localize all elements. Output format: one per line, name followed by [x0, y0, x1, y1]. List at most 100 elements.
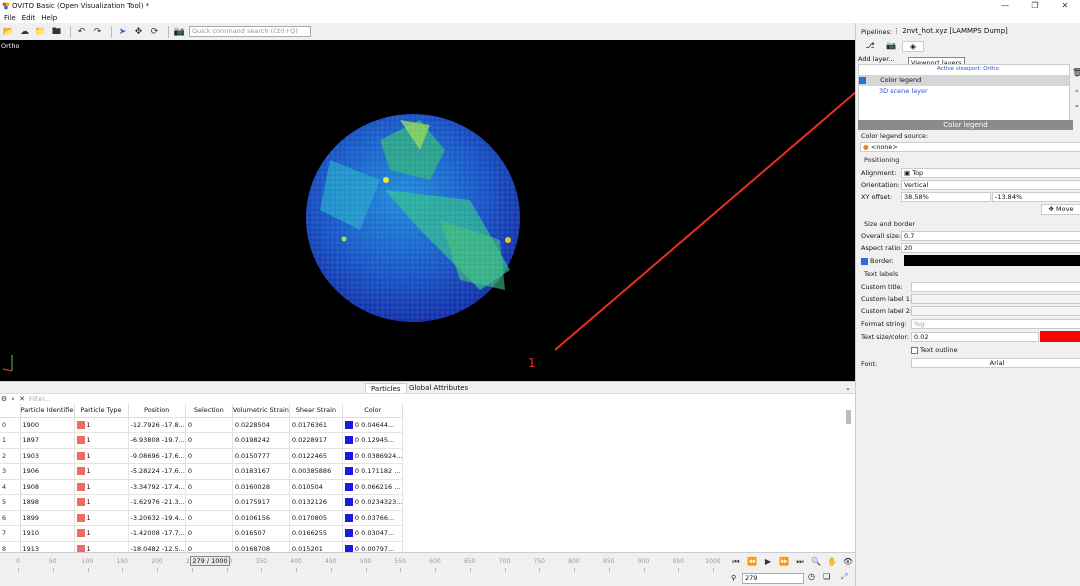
- border-toggle[interactable]: Border:: [861, 257, 894, 265]
- layers-icon[interactable]: ◈: [902, 41, 924, 52]
- menu-help[interactable]: Help: [41, 14, 57, 22]
- column-header[interactable]: Shear Strain: [289, 404, 343, 418]
- table-row[interactable]: 1 1897 1 -6.93808 -19.7... 0 0.0198242 0.02289…: [0, 432, 404, 449]
- minimize-icon[interactable]: —: [990, 0, 1020, 12]
- chevron-down-icon[interactable]: ⌄: [845, 384, 851, 392]
- redo-icon[interactable]: ↷: [91, 25, 104, 38]
- table-cell-vol[interactable]: 0.0150777: [232, 448, 290, 464]
- table-cell-shear[interactable]: 0.0176361: [289, 417, 343, 433]
- x-offset-input[interactable]: 38.58%: [901, 192, 991, 202]
- viewport-ortho[interactable]: [0, 40, 855, 381]
- table-cell-shear[interactable]: 0.010504: [289, 479, 343, 495]
- move-down-icon[interactable]: ⌄: [1074, 101, 1080, 109]
- table-cell-type[interactable]: 1: [74, 432, 129, 449]
- table-cell-type[interactable]: 1: [74, 541, 129, 552]
- table-cell-sel[interactable]: 0: [185, 417, 233, 433]
- table-cell-id[interactable]: 1910: [20, 525, 75, 542]
- format-string-input[interactable]: %g: [911, 319, 1080, 329]
- table-cell-color[interactable]: 0 0.171182 ...: [342, 463, 404, 480]
- table-cell-pos[interactable]: -9.08696 -17.6...: [128, 448, 186, 464]
- tab-global-attributes[interactable]: Global Attributes: [404, 383, 473, 393]
- cloud-icon[interactable]: ☁: [18, 25, 31, 38]
- table-row[interactable]: 8 1913 1 -18.0482 -12.5... 0 0.0168708 0.01520…: [0, 541, 404, 552]
- column-header[interactable]: Position: [128, 404, 186, 418]
- orientation-select[interactable]: Vertical: [901, 180, 1080, 190]
- time-slider[interactable]: 0501001502002503003504004505005506006507…: [10, 558, 721, 572]
- render-icon[interactable]: 📷: [880, 41, 902, 50]
- table-cell-shear[interactable]: 0.0166255: [289, 525, 343, 542]
- filter-input[interactable]: Filter...: [29, 395, 51, 403]
- table-cell-type[interactable]: 1: [74, 525, 129, 542]
- add-layer-dropdown[interactable]: Add layer...: [858, 55, 895, 63]
- table-cell-type[interactable]: 1: [74, 494, 129, 511]
- table-cell-color[interactable]: 0 0.0386924...: [342, 448, 404, 464]
- folder-icon[interactable]: 📁: [34, 25, 47, 38]
- filter-select-icon[interactable]: ∘: [9, 395, 17, 403]
- table-cell-pos[interactable]: -18.0482 -12.5...: [128, 541, 186, 552]
- table-row[interactable]: 7 1910 1 -1.42008 -17.7... 0 0.016507 0.016625…: [0, 525, 404, 542]
- table-row[interactable]: 0 1900 1 -12.7926 -17.8... 0 0.0228504 0.01763…: [0, 417, 404, 433]
- table-cell-id[interactable]: 1898: [20, 494, 75, 511]
- table-cell-color[interactable]: 0 0.03047...: [342, 525, 404, 542]
- table-scrollbar[interactable]: [846, 410, 851, 424]
- table-cell-type[interactable]: 1: [74, 510, 129, 526]
- table-cell-shear[interactable]: 0.0228917: [289, 432, 343, 449]
- pointer-icon[interactable]: ➤: [116, 25, 129, 38]
- table-cell-shear[interactable]: 0.015201: [289, 541, 343, 552]
- table-cell-id[interactable]: 1908: [20, 479, 75, 495]
- overall-size-input[interactable]: 0.7: [901, 231, 1080, 241]
- play-icon[interactable]: ▶: [760, 557, 776, 567]
- maximize-viewport-icon[interactable]: ⤢: [841, 572, 847, 582]
- custom-title-input[interactable]: [911, 282, 1080, 292]
- clear-filter-icon[interactable]: ✕: [18, 395, 26, 403]
- move-button[interactable]: ✥ Move: [1041, 204, 1080, 215]
- delete-layer-icon[interactable]: 🗑: [1072, 68, 1080, 77]
- text-outline-checkbox[interactable]: [911, 346, 918, 354]
- table-cell-pos[interactable]: -3.34792 -17.4...: [128, 479, 186, 495]
- table-cell-shear[interactable]: 0.0132126: [289, 494, 343, 511]
- table-cell-color[interactable]: 0 0.03766...: [342, 510, 404, 526]
- table-cell-vol[interactable]: 0.0183167: [232, 463, 290, 480]
- table-cell-pos[interactable]: -6.93808 -19.7...: [128, 432, 186, 449]
- move-up-icon[interactable]: ⌃: [1074, 89, 1080, 97]
- table-cell-shear[interactable]: 0.0122465: [289, 448, 343, 464]
- menu-file[interactable]: File: [4, 14, 16, 22]
- table-cell-vol[interactable]: 0.0198242: [232, 432, 290, 449]
- table-cell-pos[interactable]: -3.20632 -19.4...: [128, 510, 186, 526]
- table-cell-sel[interactable]: 0: [185, 448, 233, 464]
- table-cell-sel[interactable]: 0: [185, 541, 233, 552]
- gear-icon[interactable]: ⚙: [0, 395, 8, 403]
- orbit-icon[interactable]: 👁: [840, 557, 856, 567]
- table-cell-vol[interactable]: 0.016507: [232, 525, 290, 542]
- layer-3d-scene[interactable]: 3D scene layer: [859, 86, 1069, 97]
- table-row[interactable]: 3 1906 1 -5.28224 -17.6... 0 0.0183167 0.00385…: [0, 463, 404, 480]
- table-cell-sel[interactable]: 0: [185, 479, 233, 495]
- table-cell-vol[interactable]: 0.0160028: [232, 479, 290, 495]
- table-cell-pos[interactable]: -1.42008 -17.7...: [128, 525, 186, 542]
- maximize-icon[interactable]: ❐: [1020, 0, 1050, 12]
- table-cell-pos[interactable]: -12.7926 -17.8...: [128, 417, 186, 433]
- viewport-caption[interactable]: Ortho: [1, 42, 19, 50]
- move-icon[interactable]: ✥: [132, 25, 145, 38]
- table-cell-id[interactable]: 1906: [20, 463, 75, 480]
- table-row[interactable]: 2 1903 1 -9.08696 -17.6... 0 0.0150777 0.01224…: [0, 448, 404, 464]
- table-cell-shear[interactable]: 0.00385886: [289, 463, 343, 480]
- table-cell-sel[interactable]: 0: [185, 432, 233, 449]
- table-cell-sel[interactable]: 0: [185, 525, 233, 542]
- table-row[interactable]: 6 1899 1 -3.20632 -19.4... 0 0.0106156 0.01708…: [0, 510, 404, 526]
- pipeline-icon[interactable]: ⎇: [859, 41, 881, 50]
- legend-source-select[interactable]: ● <none>: [860, 142, 1080, 152]
- font-button[interactable]: Arial: [911, 358, 1080, 368]
- aspect-ratio-input[interactable]: 20: [901, 243, 1080, 253]
- table-cell-color[interactable]: 0 0.066216 ...: [342, 479, 404, 495]
- table-cell-color[interactable]: 0 0.0234323...: [342, 494, 404, 511]
- table-cell-type[interactable]: 1: [74, 463, 129, 480]
- layer-color-legend[interactable]: Color legend: [859, 75, 1069, 86]
- table-cell-vol[interactable]: 0.0106156: [232, 510, 290, 526]
- step-forward-icon[interactable]: ⏩: [776, 557, 792, 567]
- table-cell-id[interactable]: 1903: [20, 448, 75, 464]
- column-header[interactable]: Color: [342, 404, 404, 418]
- table-cell-id[interactable]: 1900: [20, 417, 75, 433]
- table-cell-vol[interactable]: 0.0228504: [232, 417, 290, 433]
- menu-edit[interactable]: Edit: [22, 14, 36, 22]
